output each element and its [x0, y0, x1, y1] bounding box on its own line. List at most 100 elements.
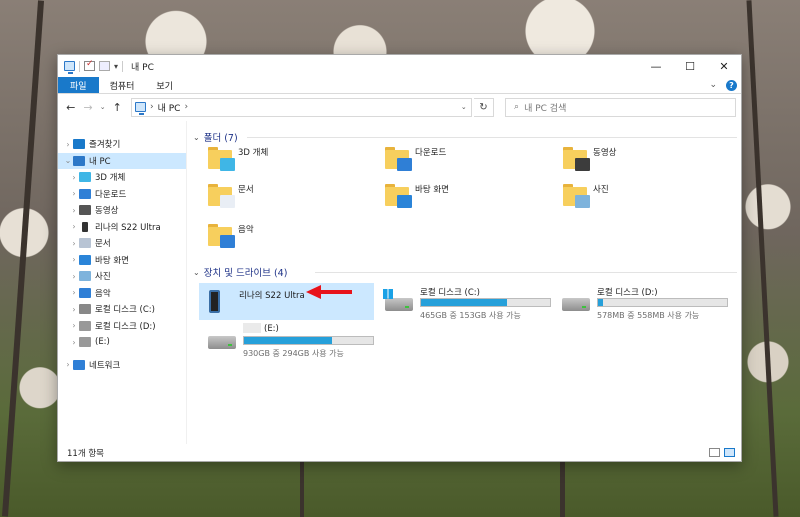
drive-usage-fill	[421, 299, 508, 306]
annotation-arrow-icon	[306, 285, 352, 299]
sidebar-item-download[interactable]: › 다운로드	[58, 186, 186, 203]
music-icon	[79, 287, 91, 298]
toolbar-divider	[122, 60, 124, 72]
folders-section-title: 폴더 (7)	[203, 133, 238, 144]
folder-label: 사진	[593, 185, 609, 195]
customize-toolbar-icon[interactable]: ▾	[114, 62, 118, 71]
sidebar-item-label: 내 PC	[89, 156, 111, 167]
recent-locations-button[interactable]: ⌄	[98, 103, 108, 111]
sidebar-item-drive[interactable]: › (E:)	[58, 334, 186, 351]
tab-view[interactable]: 보기	[145, 77, 184, 93]
folder-tile[interactable]: 3D 개체	[208, 147, 268, 171]
folder-tile[interactable]: 바탕 화면	[385, 184, 449, 208]
breadcrumb-separator[interactable]: ›	[150, 102, 154, 112]
forward-button[interactable]: →	[80, 101, 95, 114]
windows-drive-icon	[385, 298, 413, 311]
folder-tile[interactable]: 사진	[563, 184, 609, 208]
ribbon-tabs: 파일 컴퓨터 보기 ⌄ ?	[58, 77, 741, 94]
sidebar-item-label: 바탕 화면	[95, 255, 129, 266]
expand-ribbon-icon[interactable]: ⌄	[709, 80, 717, 90]
expand-chevron-icon[interactable]: ⌄	[63, 156, 73, 165]
expand-chevron-icon[interactable]: ›	[69, 272, 79, 281]
sidebar-item-label: (E:)	[95, 337, 110, 348]
sidebar-item-label: 다운로드	[95, 189, 127, 200]
breadcrumb-separator[interactable]: ›	[184, 102, 188, 112]
address-dropdown-icon[interactable]: ⌄	[457, 103, 471, 111]
sidebar-item-label: 리나의 S22 Ultra	[95, 222, 161, 233]
sidebar-item-document[interactable]: › 문서	[58, 235, 186, 252]
view-switcher	[709, 448, 741, 457]
expand-chevron-icon[interactable]: ›	[69, 321, 79, 330]
sidebar-item-pictures[interactable]: › 사진	[58, 268, 186, 285]
drive-info: 578MB 중 558MB 사용 가능	[597, 311, 700, 320]
window-controls: — ☐ ✕	[639, 55, 741, 77]
collapse-chevron-icon[interactable]: ⌄	[193, 268, 200, 277]
folder-tile[interactable]: 음악	[208, 224, 254, 248]
drive-label: (E:)	[264, 324, 279, 334]
maximize-button[interactable]: ☐	[673, 55, 707, 77]
search-input[interactable]: ⌕ 내 PC 검색	[505, 97, 736, 117]
drive-usage-fill	[244, 337, 332, 344]
new-folder-icon[interactable]	[99, 61, 110, 71]
expand-chevron-icon[interactable]: ›	[69, 206, 79, 215]
section-divider	[247, 137, 737, 138]
tab-file[interactable]: 파일	[58, 77, 99, 93]
expand-chevron-icon[interactable]: ›	[63, 140, 73, 149]
sidebar-item-desktop[interactable]: › 바탕 화면	[58, 252, 186, 269]
details-view-icon[interactable]	[709, 448, 720, 457]
sidebar-item-video[interactable]: › 동영상	[58, 202, 186, 219]
expand-chevron-icon[interactable]: ›	[63, 360, 73, 369]
star-icon	[73, 139, 85, 150]
folder-tile[interactable]: 문서	[208, 184, 254, 208]
item-count: 11개 항목	[67, 448, 104, 459]
sidebar-item-3d-objects[interactable]: › 3D 개체	[58, 169, 186, 186]
folders-section-header[interactable]: ⌄ 폴더 (7)	[193, 130, 737, 144]
expand-chevron-icon[interactable]: ›	[69, 222, 79, 231]
sidebar-item-star[interactable]: › 즐겨찾기	[58, 136, 186, 153]
folder-icon	[563, 184, 590, 208]
sidebar-item-computer[interactable]: ⌄ 내 PC	[58, 152, 186, 169]
breadcrumb-this-pc[interactable]: 내 PC	[158, 101, 181, 114]
sidebar-item-phone[interactable]: › 리나의 S22 Ultra	[58, 219, 186, 236]
expand-chevron-icon[interactable]: ›	[69, 189, 79, 198]
background-branch	[560, 462, 565, 517]
sidebar-item-music[interactable]: › 음악	[58, 285, 186, 302]
folder-label: 동영상	[593, 148, 617, 158]
back-button[interactable]: ←	[63, 101, 78, 114]
expand-chevron-icon[interactable]: ›	[69, 173, 79, 182]
expand-chevron-icon[interactable]: ›	[69, 338, 79, 347]
drive-usage-fill	[598, 299, 603, 306]
properties-icon[interactable]	[84, 59, 95, 71]
drives-section-header[interactable]: ⌄ 장치 및 드라이브 (4)	[193, 265, 737, 279]
close-button[interactable]: ✕	[707, 55, 741, 77]
title-bar: ▾ 내 PC — ☐ ✕	[58, 55, 741, 77]
expand-chevron-icon[interactable]: ›	[69, 255, 79, 264]
video-icon	[79, 205, 91, 216]
help-icon[interactable]: ?	[726, 79, 737, 91]
minimize-button[interactable]: —	[639, 55, 673, 77]
quick-access-toolbar: ▾	[64, 59, 124, 74]
expand-chevron-icon[interactable]: ›	[69, 288, 79, 297]
up-button[interactable]: ↑	[110, 101, 125, 114]
sidebar-item-network[interactable]: › 네트워크	[58, 357, 186, 374]
window-title: 내 PC	[131, 62, 154, 73]
network-icon	[73, 359, 85, 370]
sidebar-item-windows-drive[interactable]: › 로컬 디스크 (C:)	[58, 301, 186, 318]
address-bar[interactable]: › 내 PC › ⌄	[130, 97, 472, 117]
expand-chevron-icon[interactable]: ›	[69, 239, 79, 248]
large-icons-view-icon[interactable]	[724, 448, 735, 457]
file-explorer-window: ▾ 내 PC — ☐ ✕ 파일 컴퓨터 보기 ⌄ ? ← → ⌄ ↑ › 내 P…	[57, 54, 742, 462]
explorer-body: › 즐겨찾기 ⌄ 내 PC › 3D 개체 › 다운로드 › 동영상 › 리나의 S22 Ultra ›…	[58, 121, 741, 444]
folder-tile[interactable]: 다운로드	[385, 147, 446, 171]
tab-computer[interactable]: 컴퓨터	[99, 77, 146, 93]
folder-tile[interactable]: 동영상	[563, 147, 617, 171]
refresh-button[interactable]: ↻	[473, 97, 495, 117]
folder-icon	[385, 184, 412, 208]
sidebar-item-label: 동영상	[95, 206, 119, 217]
expand-chevron-icon[interactable]: ›	[69, 305, 79, 314]
drive-usage-bar	[243, 336, 374, 345]
collapse-chevron-icon[interactable]: ⌄	[193, 133, 200, 142]
sidebar-item-drive[interactable]: › 로컬 디스크 (D:)	[58, 318, 186, 335]
folder-label: 음악	[238, 225, 254, 235]
search-icon: ⌕	[514, 102, 520, 112]
